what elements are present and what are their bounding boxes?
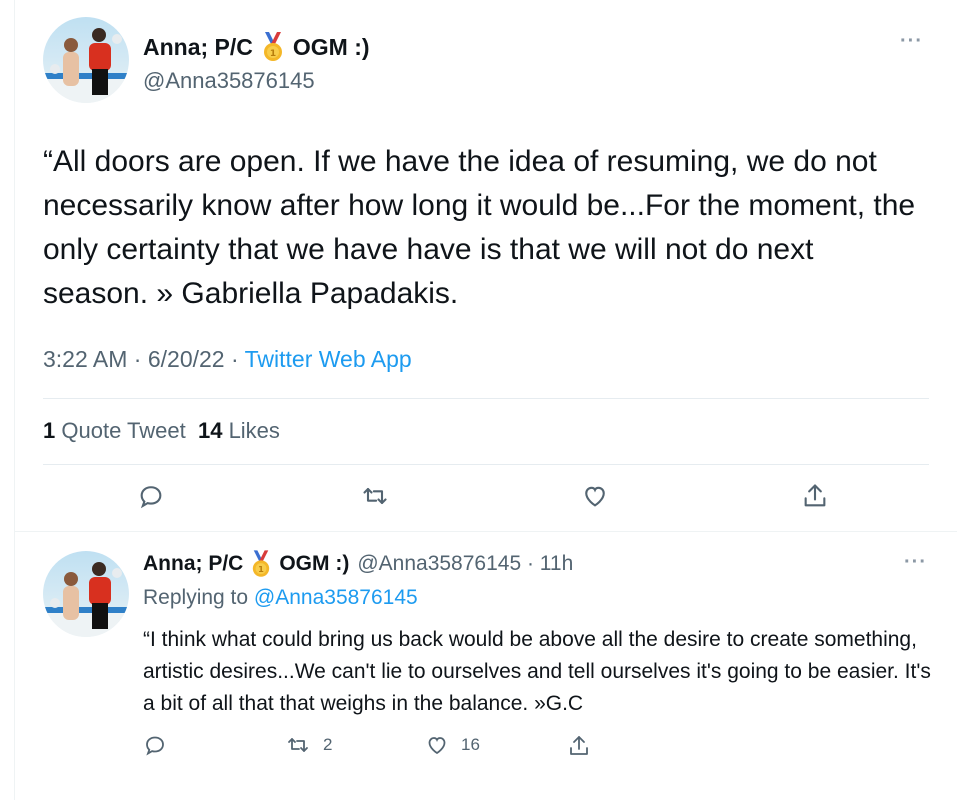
tweet-actions: [15, 478, 957, 518]
meta-separator: ·: [127, 346, 148, 372]
tweet-header: Anna; P/C 1 OGM :) @Anna35876145 · 11h: [143, 550, 573, 578]
heart-icon: [428, 737, 446, 755]
heart-icon: [585, 486, 605, 507]
tweet-text: “All doors are open. If we have the idea…: [43, 145, 916, 310]
tweet-thread-page: Anna; P/C 1 OGM :) @Anna35876145 ··· “Al…: [0, 0, 957, 800]
more-options-icon[interactable]: ···: [904, 551, 927, 574]
reply-button[interactable]: [133, 478, 169, 514]
retweet-icon: [363, 487, 387, 505]
share-button[interactable]: [797, 478, 833, 514]
like-count: 16: [461, 735, 480, 754]
tweet-stats: 1 Quote Tweet 14 Likes: [43, 418, 280, 444]
likes-stat[interactable]: 14 Likes: [198, 418, 280, 443]
tweet-meta: 3:22 AM · 6/20/22 · Twitter Web App: [43, 346, 412, 373]
display-name-suffix: OGM :): [292, 33, 370, 60]
like-button[interactable]: [577, 478, 613, 514]
reply-tweet[interactable]: Anna; P/C 1 OGM :) @Anna35876145 · 11h ·…: [15, 533, 957, 800]
replying-label: Replying to: [143, 586, 249, 609]
share-icon: [570, 736, 588, 755]
retweet-button[interactable]: 2: [285, 733, 332, 757]
share-icon: [804, 484, 826, 507]
quote-tweet-stat[interactable]: 1 Quote Tweet: [43, 418, 186, 443]
reply-button[interactable]: [143, 733, 179, 757]
divider: [43, 464, 929, 465]
meta-separator: ·: [224, 346, 245, 372]
divider: [43, 398, 929, 399]
display-name-suffix: OGM :): [279, 552, 350, 575]
main-tweet: Anna; P/C 1 OGM :) @Anna35876145 ··· “Al…: [15, 0, 957, 532]
tweet-header: Anna; P/C 1 OGM :) @Anna35876145: [143, 32, 370, 94]
user-handle-time[interactable]: @Anna35876145 · 11h: [357, 552, 573, 576]
tweet-date[interactable]: 6/20/22: [148, 346, 225, 372]
reply-icon: [146, 736, 164, 756]
avatar[interactable]: [43, 17, 129, 103]
more-options-icon[interactable]: ···: [900, 30, 923, 53]
avatar[interactable]: [43, 551, 129, 637]
tweet-time[interactable]: 3:22 AM: [43, 346, 127, 372]
share-button[interactable]: [567, 733, 591, 759]
display-name[interactable]: Anna; P/C: [143, 34, 253, 61]
replying-to: Replying to @Anna35876145: [143, 586, 418, 610]
tweet-source[interactable]: Twitter Web App: [245, 346, 412, 372]
reply-icon: [140, 486, 162, 509]
gold-medal-icon: 1: [262, 32, 284, 62]
svg-text:1: 1: [270, 49, 276, 59]
tweet-actions: 2 16: [143, 733, 943, 763]
retweet-button[interactable]: [357, 478, 393, 514]
retweet-count: 2: [323, 735, 333, 754]
gold-medal-icon: 1: [251, 550, 271, 578]
user-handle[interactable]: @Anna35876145: [143, 68, 370, 94]
like-button[interactable]: 16: [425, 733, 480, 757]
replying-to-handle[interactable]: @Anna35876145: [254, 586, 418, 609]
retweet-icon: [288, 738, 308, 752]
svg-text:1: 1: [259, 564, 265, 574]
display-name[interactable]: Anna; P/C: [143, 552, 243, 576]
tweet-text: “I think what could bring us back would …: [143, 628, 931, 715]
